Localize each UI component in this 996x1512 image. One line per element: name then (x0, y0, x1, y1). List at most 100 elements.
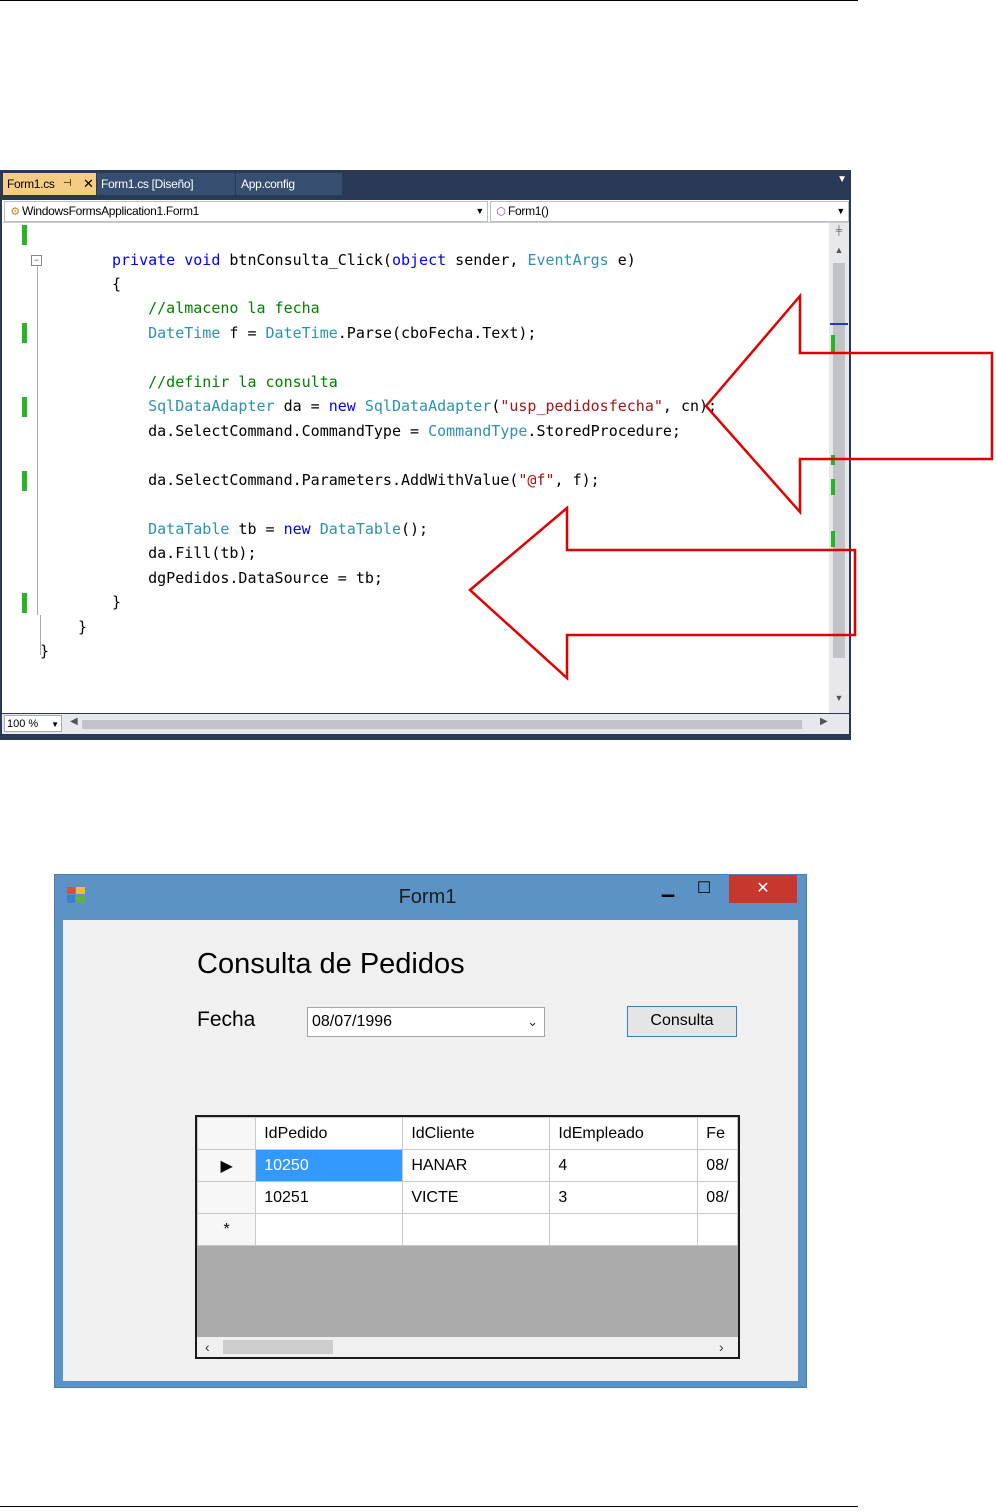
change-indicator (22, 593, 27, 613)
row-header[interactable] (197, 1181, 257, 1214)
maximize-button[interactable]: ☐ (687, 875, 721, 903)
horizontal-scrollbar[interactable]: ◀ ▶ (68, 716, 838, 732)
class-dropdown[interactable]: ⚙ WindowsFormsApplication1.Form1 ▼ (4, 201, 488, 222)
member-dropdown-value: Form1() (508, 204, 549, 218)
code-line: } (78, 615, 87, 639)
code-token: .Parse(cboFecha.Text); (337, 324, 537, 342)
code-token: DataTable (319, 520, 401, 538)
code-line: dgPedidos.DataSource = tb; (112, 566, 383, 590)
zoom-dropdown[interactable]: 100 % ▼ (4, 715, 62, 732)
vs-editor-window: Form1.cs ⊣ ✕ Form1.cs [Diseño] App.confi… (0, 170, 851, 740)
code-token: SqlDataAdapter (364, 397, 492, 415)
grid-cell[interactable]: HANAR (402, 1149, 551, 1182)
code-line: //almaceno la fecha (112, 296, 320, 320)
column-header-fecha[interactable]: Fe (697, 1117, 738, 1150)
pin-icon[interactable]: ⊣ (63, 173, 72, 195)
scroll-left-icon[interactable]: ◀ (70, 716, 78, 727)
scroll-down-icon[interactable]: ▼ (829, 693, 849, 709)
code-line: da.SelectCommand.CommandType = CommandTy… (112, 419, 681, 443)
code-token: new (283, 520, 320, 538)
scrollbar-thumb[interactable] (82, 720, 802, 729)
code-token: da.SelectCommand.CommandType = (112, 422, 429, 440)
grid-header-row: IdPedido IdCliente IdEmpleado Fe (197, 1117, 738, 1150)
column-header-idpedido[interactable]: IdPedido (255, 1117, 404, 1150)
member-dropdown[interactable]: ⬡ Form1() ▼ (490, 201, 849, 222)
column-header-idempleado[interactable]: IdEmpleado (549, 1117, 699, 1150)
code-token: , f); (554, 471, 600, 489)
grid-cell[interactable] (549, 1213, 699, 1246)
grid-cell[interactable]: 10250 (255, 1149, 404, 1182)
scroll-right-icon[interactable]: › (719, 1337, 724, 1357)
code-token: ( (491, 397, 501, 415)
vertical-scrollbar[interactable]: ╪ ▲ ▼ (829, 223, 849, 713)
change-indicator (22, 397, 27, 417)
tab-form1-design[interactable]: Form1.cs [Diseño] (97, 173, 235, 195)
table-row[interactable]: 10251 VICTE 3 08/ (197, 1181, 738, 1214)
code-token: DateTime (265, 324, 338, 342)
grid-cell[interactable] (697, 1213, 738, 1246)
scroll-up-icon[interactable]: ▲ (829, 245, 849, 261)
change-marker (831, 455, 835, 465)
grid-cell[interactable] (402, 1213, 551, 1246)
fecha-label: Fecha (197, 1008, 256, 1031)
outline-guide (37, 265, 38, 615)
code-token: new (328, 397, 365, 415)
table-row[interactable]: ▶ 10250 HANAR 4 08/ (197, 1149, 738, 1182)
new-row[interactable]: * (197, 1213, 738, 1246)
class-icon: ⚙ (10, 206, 20, 218)
code-line: da.Fill(tb); (112, 541, 256, 565)
close-button[interactable]: ✕ (729, 875, 797, 903)
code-token: e) (608, 251, 636, 269)
code-line: DateTime f = DateTime.Parse(cboFecha.Tex… (112, 321, 536, 345)
form-client-area: Consulta de Pedidos Fecha 08/07/1996 ⌄ C… (63, 920, 798, 1381)
pedidos-datagrid[interactable]: IdPedido IdCliente IdEmpleado Fe ▶ 10250… (195, 1115, 740, 1359)
code-token: tb = (229, 520, 284, 538)
code-token: sender, (446, 251, 528, 269)
grid-table: IdPedido IdCliente IdEmpleado Fe ▶ 10250… (197, 1117, 738, 1246)
form-heading: Consulta de Pedidos (197, 948, 465, 980)
code-token: dgPedidos.DataSource = tb; (112, 569, 383, 587)
grid-cell[interactable]: 08/ (697, 1181, 738, 1214)
code-token: da.SelectCommand.Parameters.AddWithValue… (112, 471, 519, 489)
scroll-left-icon[interactable]: ‹ (205, 1337, 210, 1357)
code-line: da.SelectCommand.Parameters.AddWithValue… (112, 468, 600, 492)
grid-cell[interactable] (255, 1213, 404, 1246)
caret-position-marker (830, 323, 848, 325)
tab-form1-cs[interactable]: Form1.cs ⊣ ✕ (3, 173, 96, 195)
fecha-value: 08/07/1996 (312, 1013, 393, 1030)
grid-cell[interactable]: 3 (549, 1181, 699, 1214)
code-token: //almaceno la fecha (112, 299, 320, 317)
chevron-down-icon: ▼ (51, 720, 59, 729)
zoom-value: 100 % (7, 718, 39, 730)
column-header-idcliente[interactable]: IdCliente (402, 1117, 551, 1150)
code-token: EventArgs (527, 251, 609, 269)
code-editor[interactable]: − private void btnConsulta_Click(object … (2, 223, 829, 713)
scroll-right-icon[interactable]: ▶ (820, 716, 828, 727)
grid-horizontal-scrollbar[interactable]: ‹ › (197, 1337, 738, 1357)
code-line: SqlDataAdapter da = new SqlDataAdapter("… (112, 394, 717, 418)
tab-app-config[interactable]: App.config (236, 173, 342, 195)
grid-cell[interactable]: 4 (549, 1149, 699, 1182)
chevron-down-icon[interactable]: ▼ (837, 174, 847, 185)
grid-corner[interactable] (197, 1117, 257, 1150)
minimize-button[interactable]: ▁ (651, 875, 685, 903)
split-icon[interactable]: ╪ (829, 225, 849, 241)
code-token: DataTable (112, 520, 230, 538)
grid-cell[interactable]: 08/ (697, 1149, 738, 1182)
form1-window: Form1 ▁ ☐ ✕ Consulta de Pedidos Fecha 08… (54, 874, 807, 1388)
code-token: , cn); (662, 397, 718, 415)
close-icon[interactable]: ✕ (83, 173, 94, 195)
scrollbar-thumb[interactable] (223, 1340, 333, 1354)
current-row-marker[interactable]: ▶ (197, 1149, 257, 1182)
navigation-bar: ⚙ WindowsFormsApplication1.Form1 ▼ ⬡ Form1… (2, 200, 849, 223)
grid-cell[interactable]: 10251 (255, 1181, 404, 1214)
page-bottom-rule (0, 1506, 858, 1507)
consulta-button[interactable]: Consulta (627, 1006, 737, 1037)
grid-cell[interactable]: VICTE (402, 1181, 551, 1214)
fecha-combobox[interactable]: 08/07/1996 ⌄ (307, 1007, 545, 1037)
chevron-down-icon[interactable]: ⌄ (527, 1008, 538, 1036)
code-token: } (78, 618, 88, 636)
code-token: f = (220, 324, 266, 342)
new-row-marker[interactable]: * (197, 1213, 257, 1246)
change-indicator (22, 471, 27, 491)
